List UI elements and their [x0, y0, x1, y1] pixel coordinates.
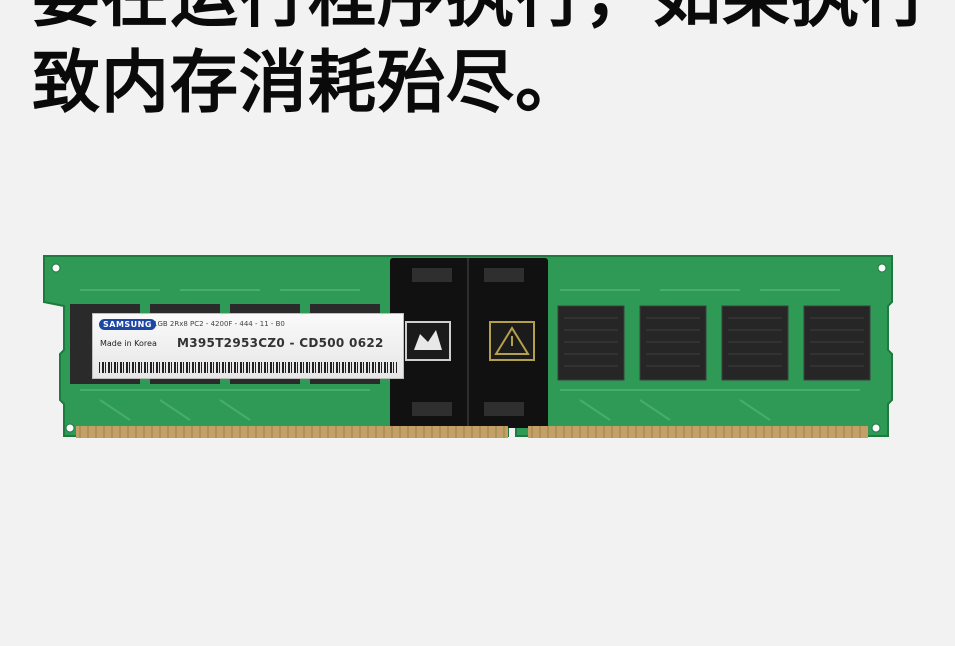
part-number: M395T2953CZ0 - CD500 0622 — [177, 336, 384, 350]
barcode — [99, 362, 397, 373]
memory-chip — [721, 305, 789, 381]
spec-text: 1GB 2Rx8 PC2 - 4200F - 444 - 11 - B0 — [153, 320, 285, 328]
mount-hole — [65, 423, 75, 433]
origin-text: Made in Korea — [100, 339, 157, 348]
headline-line-2: 致内存消耗殆尽。 — [32, 44, 585, 123]
mount-hole — [877, 263, 887, 273]
ram-module-photo: SAMSUNG 1GB 2Rx8 PC2 - 4200F - 444 - 11 … — [40, 250, 900, 450]
clip — [412, 402, 452, 416]
brand-logo: SAMSUNG — [99, 319, 156, 330]
mount-hole — [51, 263, 61, 273]
headline-line-1: 要在运行程序执行，如果执行 — [32, 0, 929, 32]
module-label-sticker: SAMSUNG 1GB 2Rx8 PC2 - 4200F - 444 - 11 … — [92, 313, 404, 379]
clip — [484, 402, 524, 416]
memory-chip — [639, 305, 707, 381]
clip — [412, 268, 452, 282]
mount-hole — [871, 423, 881, 433]
gold-contacts — [528, 426, 868, 438]
clip — [484, 268, 524, 282]
gold-contacts — [76, 426, 508, 438]
memory-chip — [803, 305, 871, 381]
memory-chip — [557, 305, 625, 381]
logo-tile — [405, 321, 451, 361]
